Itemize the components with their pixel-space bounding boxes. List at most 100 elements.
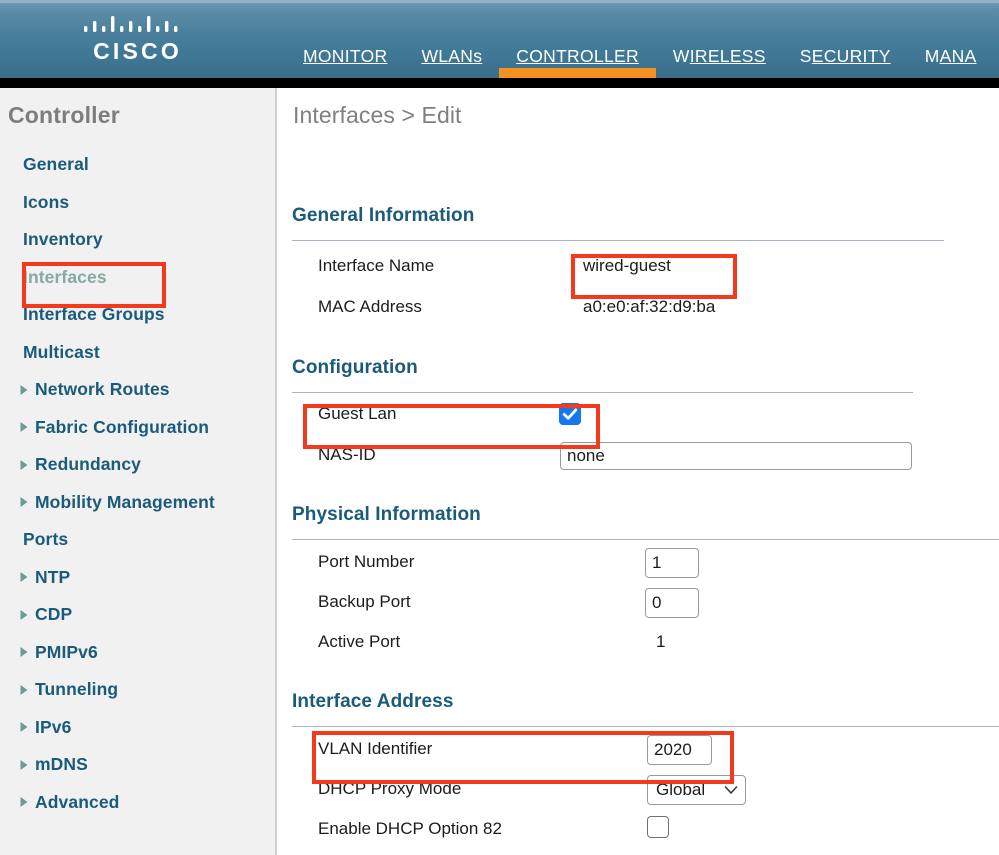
cisco-bars-logo-icon bbox=[84, 16, 178, 32]
dhcp-option82-label: Enable DHCP Option 82 bbox=[318, 819, 502, 838]
expand-arrow-icon bbox=[20, 422, 28, 433]
active-port-label: Active Port bbox=[318, 632, 401, 651]
sidebar: Controller General Icons Inventory Interfac… bbox=[0, 88, 277, 855]
sidebar-item-ipv6[interactable]: IPv6 bbox=[0, 709, 275, 747]
nas-id-label: NAS-ID bbox=[318, 445, 376, 464]
main-navigation: MONITOR WLANs CONTROLLER WIRELESS SECURI… bbox=[286, 44, 993, 78]
sidebar-item-label: Network Routes bbox=[35, 379, 170, 400]
expand-arrow-icon bbox=[20, 497, 28, 508]
nav-monitor-mnemonic: M bbox=[303, 46, 318, 66]
dhcp-proxy-mode-value: Global bbox=[656, 780, 706, 799]
sidebar-item-redundancy[interactable]: Redundancy bbox=[0, 446, 275, 484]
checkmark-icon bbox=[562, 408, 578, 420]
nav-management-rest: NA bbox=[951, 46, 977, 66]
section-heading-interface-address: Interface Address bbox=[292, 691, 454, 712]
sidebar-item-label: Multicast bbox=[23, 341, 100, 362]
sidebar-item-label: Fabric Configuration bbox=[35, 416, 210, 437]
section-divider-general bbox=[292, 240, 944, 241]
expand-arrow-icon bbox=[20, 647, 28, 658]
nav-security-rest: CURITY bbox=[823, 46, 891, 66]
sidebar-item-multicast[interactable]: Multicast bbox=[0, 334, 275, 372]
sidebar-item-tunneling[interactable]: Tunneling bbox=[0, 671, 275, 709]
sidebar-item-ntp[interactable]: NTP bbox=[0, 559, 275, 597]
section-divider-address bbox=[292, 726, 999, 727]
expand-arrow-icon bbox=[20, 609, 28, 620]
backup-port-label: Backup Port bbox=[318, 592, 411, 611]
guest-lan-label: Guest Lan bbox=[318, 404, 397, 423]
cisco-wordmark: CISCO bbox=[93, 38, 182, 64]
dhcp-proxy-mode-label: DHCP Proxy Mode bbox=[318, 779, 462, 798]
interface-name-value: wired-guest bbox=[583, 256, 671, 275]
nav-item-wlans[interactable]: WLANs bbox=[404, 44, 499, 68]
sidebar-item-interface-groups[interactable]: Interface Groups bbox=[0, 296, 275, 334]
section-divider-configuration bbox=[292, 392, 913, 393]
dhcp-proxy-mode-select[interactable]: Global bbox=[647, 775, 746, 805]
expand-arrow-icon bbox=[20, 572, 28, 583]
nas-id-input[interactable] bbox=[560, 442, 912, 470]
expand-arrow-icon bbox=[20, 759, 28, 770]
sidebar-item-interfaces[interactable]: Interfaces bbox=[0, 259, 275, 297]
sidebar-item-label: IPv6 bbox=[35, 716, 72, 737]
port-number-input[interactable] bbox=[645, 548, 699, 578]
section-heading-configuration: Configuration bbox=[292, 357, 418, 378]
nav-wlans-mnemonic: W bbox=[421, 46, 439, 66]
sidebar-item-mdns[interactable]: mDNS bbox=[0, 746, 275, 784]
sidebar-item-cdp[interactable]: CDP bbox=[0, 596, 275, 634]
nav-management-prefix: M bbox=[924, 46, 940, 66]
chevron-down-icon bbox=[724, 786, 738, 794]
main-content: Interfaces > Edit General Information In… bbox=[279, 88, 999, 855]
nav-security-mnemonic: E bbox=[811, 46, 824, 66]
nav-item-wireless[interactable]: WIRELESS bbox=[656, 44, 783, 68]
nav-monitor-rest: ONITOR bbox=[317, 46, 388, 66]
sidebar-item-mobility-management[interactable]: Mobility Management bbox=[0, 484, 275, 522]
sidebar-item-inventory[interactable]: Inventory bbox=[0, 221, 275, 259]
sidebar-item-ports[interactable]: Ports bbox=[0, 521, 275, 559]
sidebar-item-pmipv6[interactable]: PMIPv6 bbox=[0, 634, 275, 672]
expand-arrow-icon bbox=[20, 684, 28, 695]
section-divider-physical bbox=[292, 539, 999, 540]
nav-item-controller[interactable]: CONTROLLER bbox=[499, 44, 656, 78]
nav-controller-rest: ONTROLLER bbox=[529, 46, 639, 66]
nav-item-monitor[interactable]: MONITOR bbox=[286, 44, 404, 68]
sidebar-item-fabric-configuration[interactable]: Fabric Configuration bbox=[0, 409, 275, 447]
nav-management-mnemonic: A bbox=[939, 46, 952, 66]
expand-arrow-icon bbox=[20, 459, 28, 470]
header-bottom-bar bbox=[0, 78, 999, 88]
sidebar-item-label: Redundancy bbox=[35, 454, 142, 475]
sidebar-item-label: mDNS bbox=[35, 754, 88, 775]
sidebar-title: Controller bbox=[8, 102, 120, 128]
sidebar-item-label: Mobility Management bbox=[35, 491, 215, 512]
sidebar-item-label: Tunneling bbox=[35, 679, 119, 700]
guest-lan-checkbox[interactable] bbox=[559, 403, 581, 425]
sidebar-item-advanced[interactable]: Advanced bbox=[0, 784, 275, 822]
nav-item-management[interactable]: MANA bbox=[908, 44, 994, 68]
backup-port-input[interactable] bbox=[645, 588, 699, 618]
sidebar-item-icons[interactable]: Icons bbox=[0, 184, 275, 222]
sidebar-item-label: Advanced bbox=[35, 791, 120, 812]
cisco-logo[interactable]: CISCO bbox=[76, 8, 196, 74]
sidebar-item-label: Inventory bbox=[23, 229, 103, 250]
app-header: CISCO MONITOR WLANs CONTROLLER WIRELESS … bbox=[0, 0, 999, 78]
sidebar-item-label: Icons bbox=[23, 191, 70, 212]
sidebar-item-general[interactable]: General bbox=[0, 146, 275, 184]
dhcp-option82-checkbox[interactable] bbox=[647, 816, 669, 838]
active-port-value: 1 bbox=[656, 632, 666, 651]
sidebar-item-label: NTP bbox=[35, 566, 71, 587]
nav-item-security[interactable]: SECURITY bbox=[783, 44, 908, 68]
mac-address-value: a0:e0:af:32:d9:ba bbox=[583, 297, 716, 316]
breadcrumb: Interfaces > Edit bbox=[293, 102, 462, 128]
sidebar-menu: General Icons Inventory Interfaces Interface… bbox=[0, 146, 275, 821]
sidebar-item-label: PMIPv6 bbox=[35, 641, 98, 662]
nav-wireless-prefix: W bbox=[672, 46, 690, 66]
sidebar-item-label: Interface Groups bbox=[23, 304, 165, 325]
vlan-identifier-input[interactable] bbox=[647, 735, 712, 765]
nav-wireless-rest: RELESS bbox=[694, 46, 766, 66]
nav-wlans-rest: LANs bbox=[438, 46, 483, 66]
port-number-label: Port Number bbox=[318, 552, 415, 571]
nav-controller-mnemonic: C bbox=[516, 46, 530, 66]
nav-security-prefix: S bbox=[799, 46, 812, 66]
sidebar-item-label: CDP bbox=[35, 604, 73, 625]
sidebar-item-network-routes[interactable]: Network Routes bbox=[0, 371, 275, 409]
expand-arrow-icon bbox=[20, 384, 28, 395]
expand-arrow-icon bbox=[20, 797, 28, 808]
